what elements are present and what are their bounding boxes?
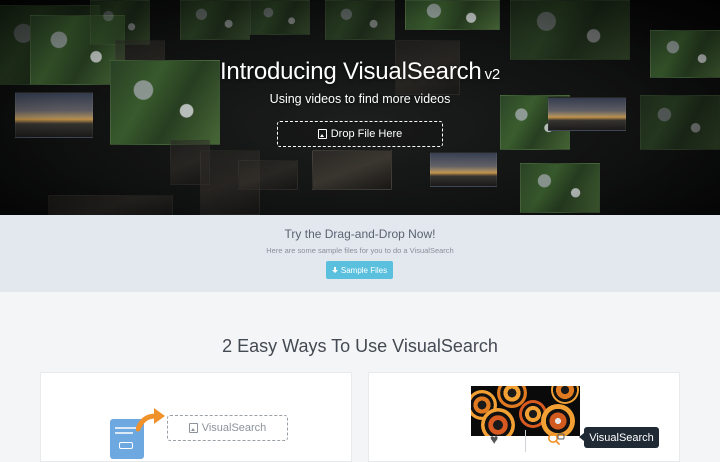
video-thumbnail [471, 386, 580, 436]
hero-version: v2 [484, 66, 501, 83]
arrow-icon [136, 408, 165, 432]
heart-icon[interactable]: ♥ [490, 431, 498, 447]
visual-search-icon[interactable] [547, 432, 565, 446]
hero-title: Introducing VisualSearch v2 [0, 58, 720, 86]
visualsearch-tooltip: VisualSearch [579, 427, 659, 448]
image-icon [188, 423, 198, 433]
way-card-browser-button: ♥ VisualSearch [368, 372, 680, 462]
divider [525, 430, 526, 452]
sample-files-label: Sample Files [340, 265, 388, 275]
sample-files-button[interactable]: Sample Files [326, 261, 393, 279]
image-icon [317, 129, 327, 139]
hero-title-text: Introducing VisualSearch [219, 58, 482, 85]
hero-subtitle: Using videos to find more videos [269, 92, 451, 106]
way-card-drag-drop: VisualSearch [40, 372, 352, 462]
try-title: Try the Drag-and-Drop Now! [284, 227, 436, 241]
drop-file-zone[interactable]: Drop File Here [277, 121, 443, 147]
drop-file-label: Drop File Here [330, 128, 403, 140]
try-section: Try the Drag-and-Drop Now! Here are some… [0, 215, 720, 292]
ways-title: 2 Easy Ways To Use VisualSearch [222, 336, 498, 356]
hero-vignette [0, 0, 720, 215]
try-subtitle: Here are some sample files for you to do… [266, 246, 454, 255]
download-icon [331, 267, 338, 273]
visualsearch-box-label: VisualSearch [201, 422, 267, 434]
hero-banner: Introducing VisualSearch v2 Using videos … [0, 0, 720, 215]
visualsearch-drop-box[interactable]: VisualSearch [167, 415, 288, 441]
